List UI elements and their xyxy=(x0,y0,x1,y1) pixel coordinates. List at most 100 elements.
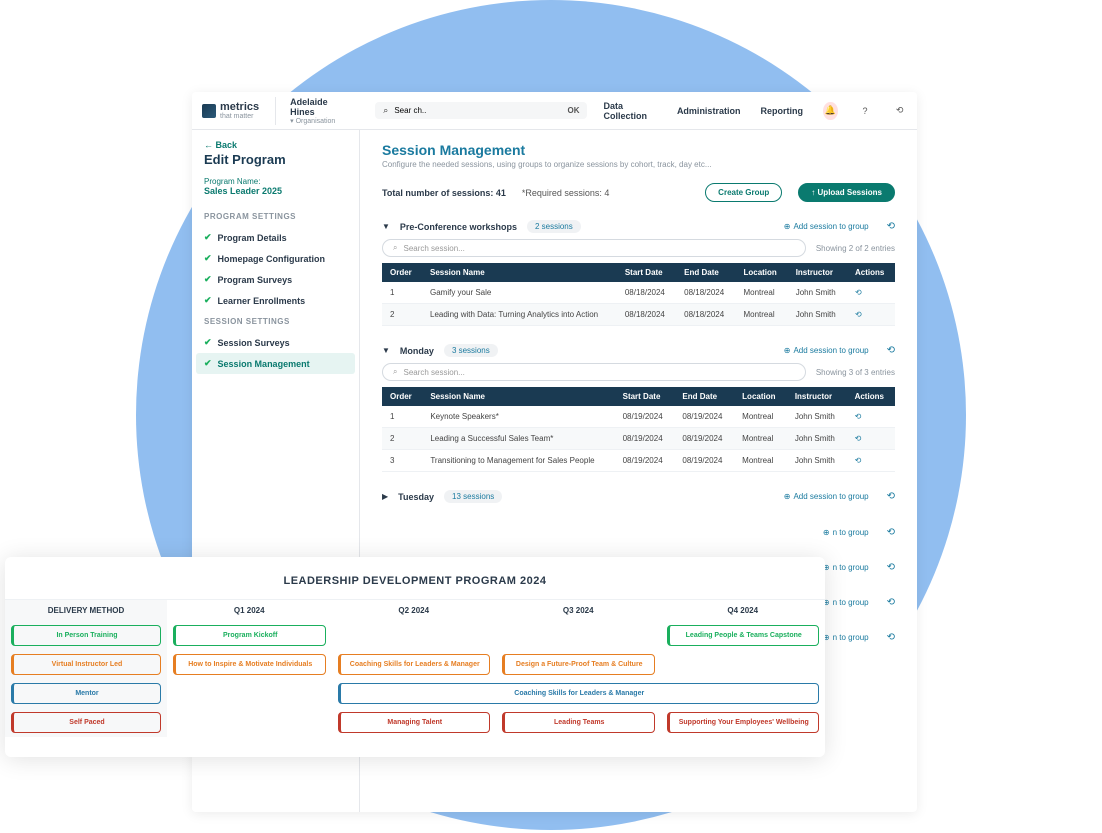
search-input[interactable] xyxy=(394,106,554,115)
add-session-link[interactable]: ⊕ n to group xyxy=(823,633,869,642)
user-name: Adelaide Hines xyxy=(290,97,349,117)
chip-coaching-wide[interactable]: Coaching Skills for Leaders & Manager xyxy=(338,683,820,704)
group-refresh-icon[interactable]: ⟲ xyxy=(887,632,895,643)
col-header: Location xyxy=(734,387,787,406)
add-session-link[interactable]: ⊕ n to group xyxy=(823,563,869,572)
page-title: Edit Program xyxy=(192,150,359,177)
nav-data-collection[interactable]: Data Collection xyxy=(603,101,656,121)
chip-future-proof[interactable]: Design a Future-Proof Team & Culture xyxy=(502,654,655,675)
add-session-link[interactable]: ⊕ Add session to group xyxy=(784,492,869,501)
help-icon[interactable]: ? xyxy=(858,102,873,120)
session-search[interactable]: ⌕ Search session... xyxy=(382,239,806,257)
org-selector[interactable]: Adelaide Hines ▾ Organisation xyxy=(275,97,349,125)
row-action-icon[interactable]: ⟲ xyxy=(855,288,862,297)
search-icon: ⌕ xyxy=(393,367,397,377)
back-link[interactable]: ← Back xyxy=(192,140,359,150)
cell-session-name: Leading with Data: Turning Analytics int… xyxy=(422,304,617,326)
table-row[interactable]: 3 Transitioning to Management for Sales … xyxy=(382,450,895,472)
add-session-link[interactable]: ⊕ n to group xyxy=(823,598,869,607)
chip-leading-teams[interactable]: Leading Teams xyxy=(502,712,655,733)
overlay-grid: DELIVERY METHOD Q1 2024 Q2 2024 Q3 2024 … xyxy=(5,599,825,737)
sidebar-item-session-surveys[interactable]: ✔Session Surveys xyxy=(192,332,359,353)
cell-instructor: John Smith xyxy=(788,282,847,304)
add-session-link[interactable]: ⊕ n to group xyxy=(823,528,869,537)
cell-location: Montreal xyxy=(734,428,787,450)
col-header: Session Name xyxy=(422,387,614,406)
row-action-icon[interactable]: ⟲ xyxy=(855,412,862,421)
search-ok[interactable]: OK xyxy=(567,106,579,115)
table-row[interactable]: 1 Gamify your Sale 08/18/2024 08/18/2024… xyxy=(382,282,895,304)
caret-icon[interactable]: ▼ xyxy=(382,346,390,355)
table-row[interactable]: 2 Leading a Successful Sales Team* 08/19… xyxy=(382,428,895,450)
group-refresh-icon[interactable]: ⟲ xyxy=(887,562,895,573)
check-icon: ✔ xyxy=(204,274,212,285)
overlay-title: LEADERSHIP DEVELOPMENT PROGRAM 2024 xyxy=(5,571,825,599)
sidebar-item-session-management[interactable]: ✔Session Management xyxy=(196,353,355,374)
table-row[interactable]: 2 Leading with Data: Turning Analytics i… xyxy=(382,304,895,326)
add-session-link[interactable]: ⊕ Add session to group xyxy=(784,222,869,231)
group-refresh-icon[interactable]: ⟲ xyxy=(887,221,895,232)
user-scope: ▾ Organisation xyxy=(290,117,349,125)
col-header: End Date xyxy=(674,387,734,406)
legend-virtual: Virtual Instructor Led xyxy=(11,654,161,675)
brand-name: metrics xyxy=(220,101,259,113)
notifications-icon[interactable]: 🔔 xyxy=(823,102,838,120)
content-title: Session Management xyxy=(382,142,895,158)
create-group-button[interactable]: Create Group xyxy=(705,183,782,202)
col-q3: Q3 2024 xyxy=(496,599,661,621)
chip-inspire[interactable]: How to Inspire & Motivate Individuals xyxy=(173,654,326,675)
cell-actions: ⟲ xyxy=(847,450,895,472)
caret-icon[interactable]: ▶ xyxy=(382,492,388,501)
cell-instructor: John Smith xyxy=(787,428,847,450)
upload-sessions-button[interactable]: Upload Sessions xyxy=(798,183,895,202)
add-session-link[interactable]: ⊕ Add session to group xyxy=(784,346,869,355)
cell-actions: ⟲ xyxy=(847,282,895,304)
cell-order: 1 xyxy=(382,282,422,304)
chip-capstone[interactable]: Leading People & Teams Capstone xyxy=(667,625,820,646)
col-header: Start Date xyxy=(615,387,675,406)
check-icon: ✔ xyxy=(204,232,212,243)
required-sessions: *Required sessions: 4 xyxy=(522,188,610,198)
group-refresh-icon[interactable]: ⟲ xyxy=(887,527,895,538)
logo-icon xyxy=(202,104,216,118)
col-header: Actions xyxy=(847,387,895,406)
legend-self-paced: Self Paced xyxy=(11,712,161,733)
chip-managing-talent[interactable]: Managing Talent xyxy=(338,712,491,733)
chip-coaching-q2[interactable]: Coaching Skills for Leaders & Manager xyxy=(338,654,491,675)
sidebar-item-program-surveys[interactable]: ✔Program Surveys xyxy=(192,269,359,290)
brand-logo[interactable]: metrics that matter xyxy=(202,101,259,120)
legend-in-person: In Person Training xyxy=(11,625,161,646)
row-action-icon[interactable]: ⟲ xyxy=(855,434,862,443)
cell-start: 08/19/2024 xyxy=(615,406,675,428)
group-refresh-icon[interactable]: ⟲ xyxy=(887,345,895,356)
refresh-icon[interactable]: ⟲ xyxy=(892,102,907,120)
check-icon: ✔ xyxy=(204,358,212,369)
topbar: metrics that matter Adelaide Hines ▾ Org… xyxy=(192,92,917,130)
sidebar-item-learner-enrollments[interactable]: ✔Learner Enrollments xyxy=(192,290,359,311)
cell-start: 08/18/2024 xyxy=(617,304,676,326)
check-icon: ✔ xyxy=(204,295,212,306)
session-search[interactable]: ⌕ Search session... xyxy=(382,363,806,381)
cell-actions: ⟲ xyxy=(847,406,895,428)
search-icon: ⌕ xyxy=(383,105,388,116)
chip-wellbeing[interactable]: Supporting Your Employees' Wellbeing xyxy=(667,712,820,733)
sidebar-item-program-details[interactable]: ✔Program Details xyxy=(192,227,359,248)
global-search[interactable]: ⌕ OK xyxy=(375,102,587,119)
nav-administration[interactable]: Administration xyxy=(677,106,741,116)
sidebar-item-homepage-config[interactable]: ✔Homepage Configuration xyxy=(192,248,359,269)
total-sessions: Total number of sessions: 41 xyxy=(382,188,506,198)
caret-icon[interactable]: ▼ xyxy=(382,222,390,231)
cell-session-name: Keynote Speakers* xyxy=(422,406,614,428)
col-header: Order xyxy=(382,263,422,282)
group-refresh-icon[interactable]: ⟲ xyxy=(887,491,895,502)
group-refresh-icon[interactable]: ⟲ xyxy=(887,597,895,608)
cell-order: 3 xyxy=(382,450,422,472)
col-header: Instructor xyxy=(787,387,847,406)
row-action-icon[interactable]: ⟲ xyxy=(855,456,862,465)
table-row[interactable]: 1 Keynote Speakers* 08/19/2024 08/19/202… xyxy=(382,406,895,428)
nav-reporting[interactable]: Reporting xyxy=(760,106,803,116)
session-table: OrderSession NameStart DateEnd DateLocat… xyxy=(382,387,895,472)
chip-program-kickoff[interactable]: Program Kickoff xyxy=(173,625,326,646)
row-action-icon[interactable]: ⟲ xyxy=(855,310,862,319)
cell-location: Montreal xyxy=(735,304,787,326)
